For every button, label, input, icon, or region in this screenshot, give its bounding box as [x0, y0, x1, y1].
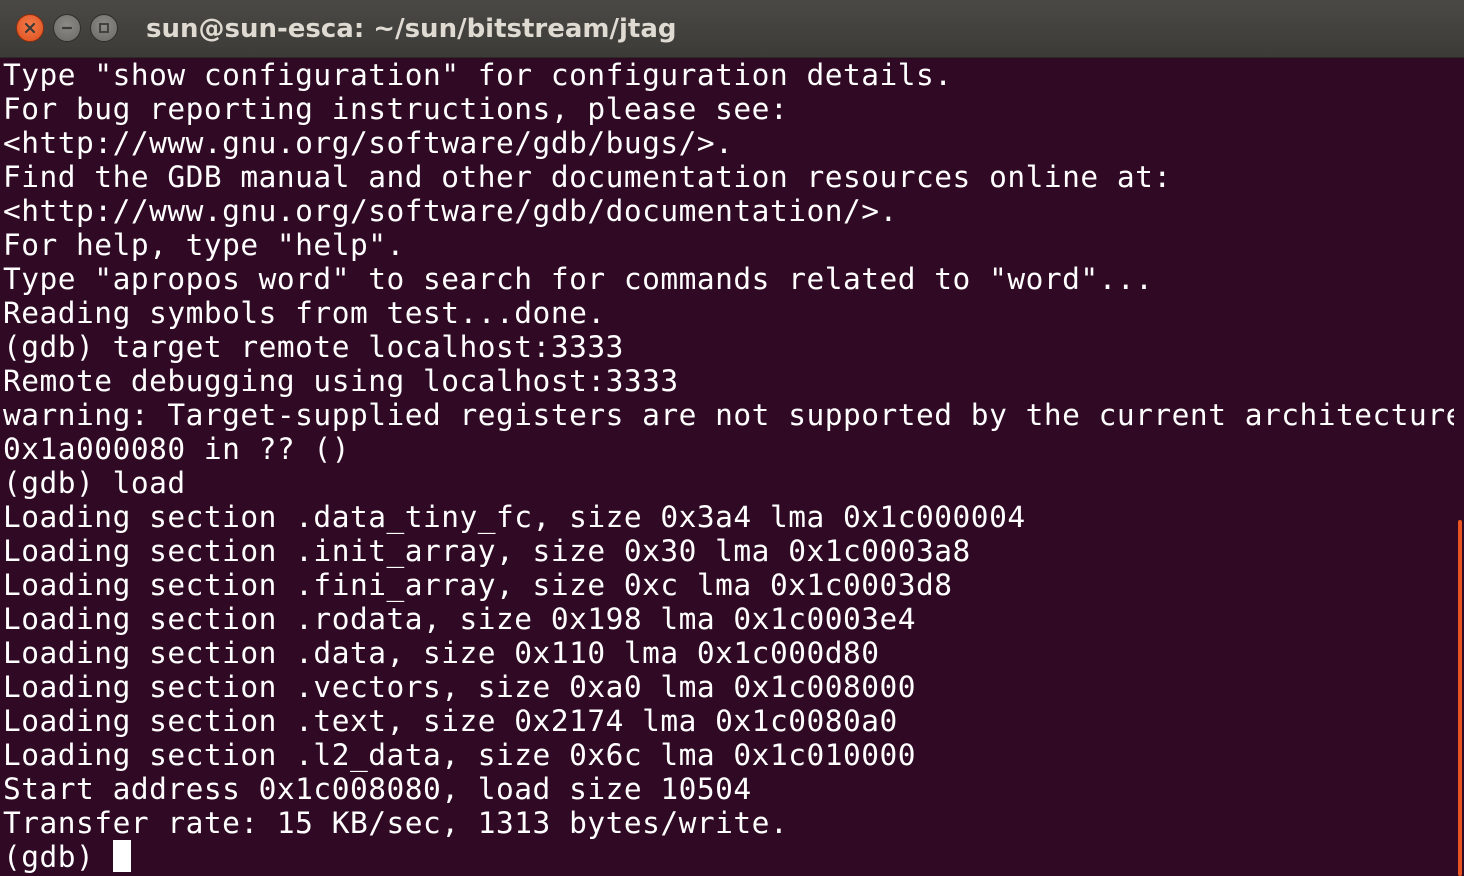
- terminal-line: (gdb) load: [3, 466, 186, 500]
- terminal-line: Loading section .data_tiny_fc, size 0x3a…: [3, 500, 1026, 534]
- window-title: sun@sun-esca: ~/sun/bitstream/jtag: [146, 14, 677, 44]
- close-button[interactable]: [16, 14, 44, 42]
- title-bar[interactable]: sun@sun-esca: ~/sun/bitstream/jtag: [0, 0, 1464, 58]
- minimize-icon: [61, 26, 73, 30]
- terminal-line: <http://www.gnu.org/software/gdb/bugs/>.: [3, 126, 734, 160]
- terminal-line: Loading section .l2_data, size 0x6c lma …: [3, 738, 917, 772]
- terminal-line: Find the GDB manual and other documentat…: [3, 160, 1172, 194]
- text-cursor: [112, 840, 131, 872]
- terminal-line: Loading section .vectors, size 0xa0 lma …: [3, 670, 917, 704]
- terminal-line: For bug reporting instructions, please s…: [3, 92, 789, 126]
- close-icon: [24, 22, 36, 34]
- terminal-line: Loading section .data, size 0x110 lma 0x…: [3, 636, 880, 670]
- terminal-line: Remote debugging using localhost:3333: [3, 364, 679, 398]
- gdb-prompt: (gdb): [3, 840, 113, 874]
- maximize-button[interactable]: [90, 14, 118, 42]
- terminal-line: (gdb) target remote localhost:3333: [3, 330, 624, 364]
- terminal-line: Reading symbols from test...done.: [3, 296, 606, 330]
- terminal-line: Start address 0x1c008080, load size 1050…: [3, 772, 752, 806]
- terminal-line: Loading section .text, size 0x2174 lma 0…: [3, 704, 898, 738]
- terminal-window: sun@sun-esca: ~/sun/bitstream/jtag Type …: [0, 0, 1464, 876]
- terminal-line: Transfer rate: 15 KB/sec, 1313 bytes/wri…: [3, 806, 789, 840]
- terminal-line: 0x1a000080 in ?? (): [3, 432, 350, 466]
- prompt-line[interactable]: (gdb): [3, 840, 1454, 874]
- terminal-output[interactable]: Type "show configuration" for configurat…: [0, 58, 1454, 876]
- terminal-line: Loading section .fini_array, size 0xc lm…: [3, 568, 953, 602]
- terminal-line: <http://www.gnu.org/software/gdb/documen…: [3, 194, 898, 228]
- minimize-button[interactable]: [53, 14, 81, 42]
- terminal-line: For help, type "help".: [3, 228, 405, 262]
- terminal-line: warning: Target-supplied registers are n…: [3, 398, 1454, 432]
- terminal-line: Loading section .init_array, size 0x30 l…: [3, 534, 971, 568]
- terminal-line: Type "show configuration" for configurat…: [3, 58, 953, 92]
- maximize-icon: [99, 23, 109, 33]
- scrollbar[interactable]: [1456, 58, 1464, 876]
- scrollbar-thumb[interactable]: [1458, 520, 1462, 876]
- terminal-line: Loading section .rodata, size 0x198 lma …: [3, 602, 917, 636]
- terminal-line: Type "apropos word" to search for comman…: [3, 262, 1154, 296]
